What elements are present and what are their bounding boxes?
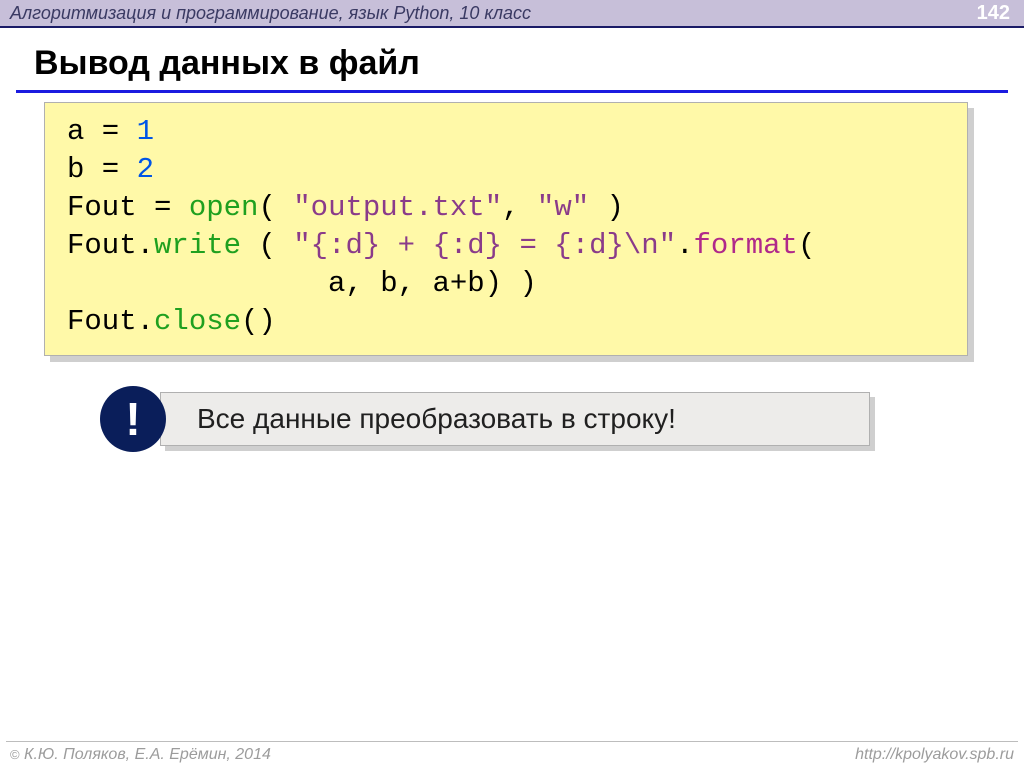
code-text: ) <box>589 191 624 224</box>
slide: Алгоритмизация и программирование, язык … <box>0 0 1024 768</box>
code-line: Fout.write ( "{:d} + {:d} = {:d}\n".form… <box>67 227 949 265</box>
footer-right: http://kpolyakov.spb.ru <box>855 746 1014 764</box>
code-string: "output.txt" <box>293 191 502 224</box>
exclamation-icon: ! <box>100 386 166 452</box>
top-bar: Алгоритмизация и программирование, язык … <box>0 0 1024 27</box>
course-title: Алгоритмизация и программирование, язык … <box>10 3 531 24</box>
top-bar-rule <box>0 26 1024 28</box>
code-text: . <box>676 229 693 262</box>
code-text: Fout. <box>67 305 154 338</box>
note: Все данные преобразовать в строку! ! <box>100 388 870 450</box>
code-text: Fout = <box>67 191 189 224</box>
copyright-icon: © <box>10 747 20 762</box>
code-text: ( <box>258 191 293 224</box>
code-line: Fout.close() <box>67 303 949 341</box>
code-line: a = 1 <box>67 113 949 151</box>
code-text: , <box>502 191 537 224</box>
code-text: ( <box>241 229 293 262</box>
code-line: a, b, a+b) ) <box>67 265 949 303</box>
footer-rule <box>6 741 1018 742</box>
code-line: b = 2 <box>67 151 949 189</box>
code-number: 2 <box>137 153 154 186</box>
code-string: "{:d} + {:d} = {:d}\n" <box>293 229 676 262</box>
slide-title: Вывод данных в файл <box>34 44 420 83</box>
code-line: Fout = open( "output.txt", "w" ) <box>67 189 949 227</box>
code-text: () <box>241 305 276 338</box>
footer-left: © К.Ю. Поляков, Е.А. Ерёмин, 2014 <box>10 746 271 764</box>
code-text: a = <box>67 115 137 148</box>
code-text: Fout. <box>67 229 154 262</box>
code-text: b = <box>67 153 137 186</box>
code-text: a, b, a+b) ) <box>67 267 537 300</box>
code-func: write <box>154 229 241 262</box>
code-func: open <box>189 191 259 224</box>
code-func: close <box>154 305 241 338</box>
code-number: 1 <box>137 115 154 148</box>
code-text: ( <box>798 229 815 262</box>
note-text: Все данные преобразовать в строку! <box>197 403 676 435</box>
page-number: 142 <box>977 2 1010 25</box>
footer-author: К.Ю. Поляков, Е.А. Ерёмин, 2014 <box>20 746 271 763</box>
code-method: format <box>694 229 798 262</box>
code-block: a = 1 b = 2 Fout = open( "output.txt", "… <box>44 102 968 356</box>
title-underline <box>16 90 1008 93</box>
code-string: "w" <box>537 191 589 224</box>
note-box: Все данные преобразовать в строку! <box>160 392 870 446</box>
